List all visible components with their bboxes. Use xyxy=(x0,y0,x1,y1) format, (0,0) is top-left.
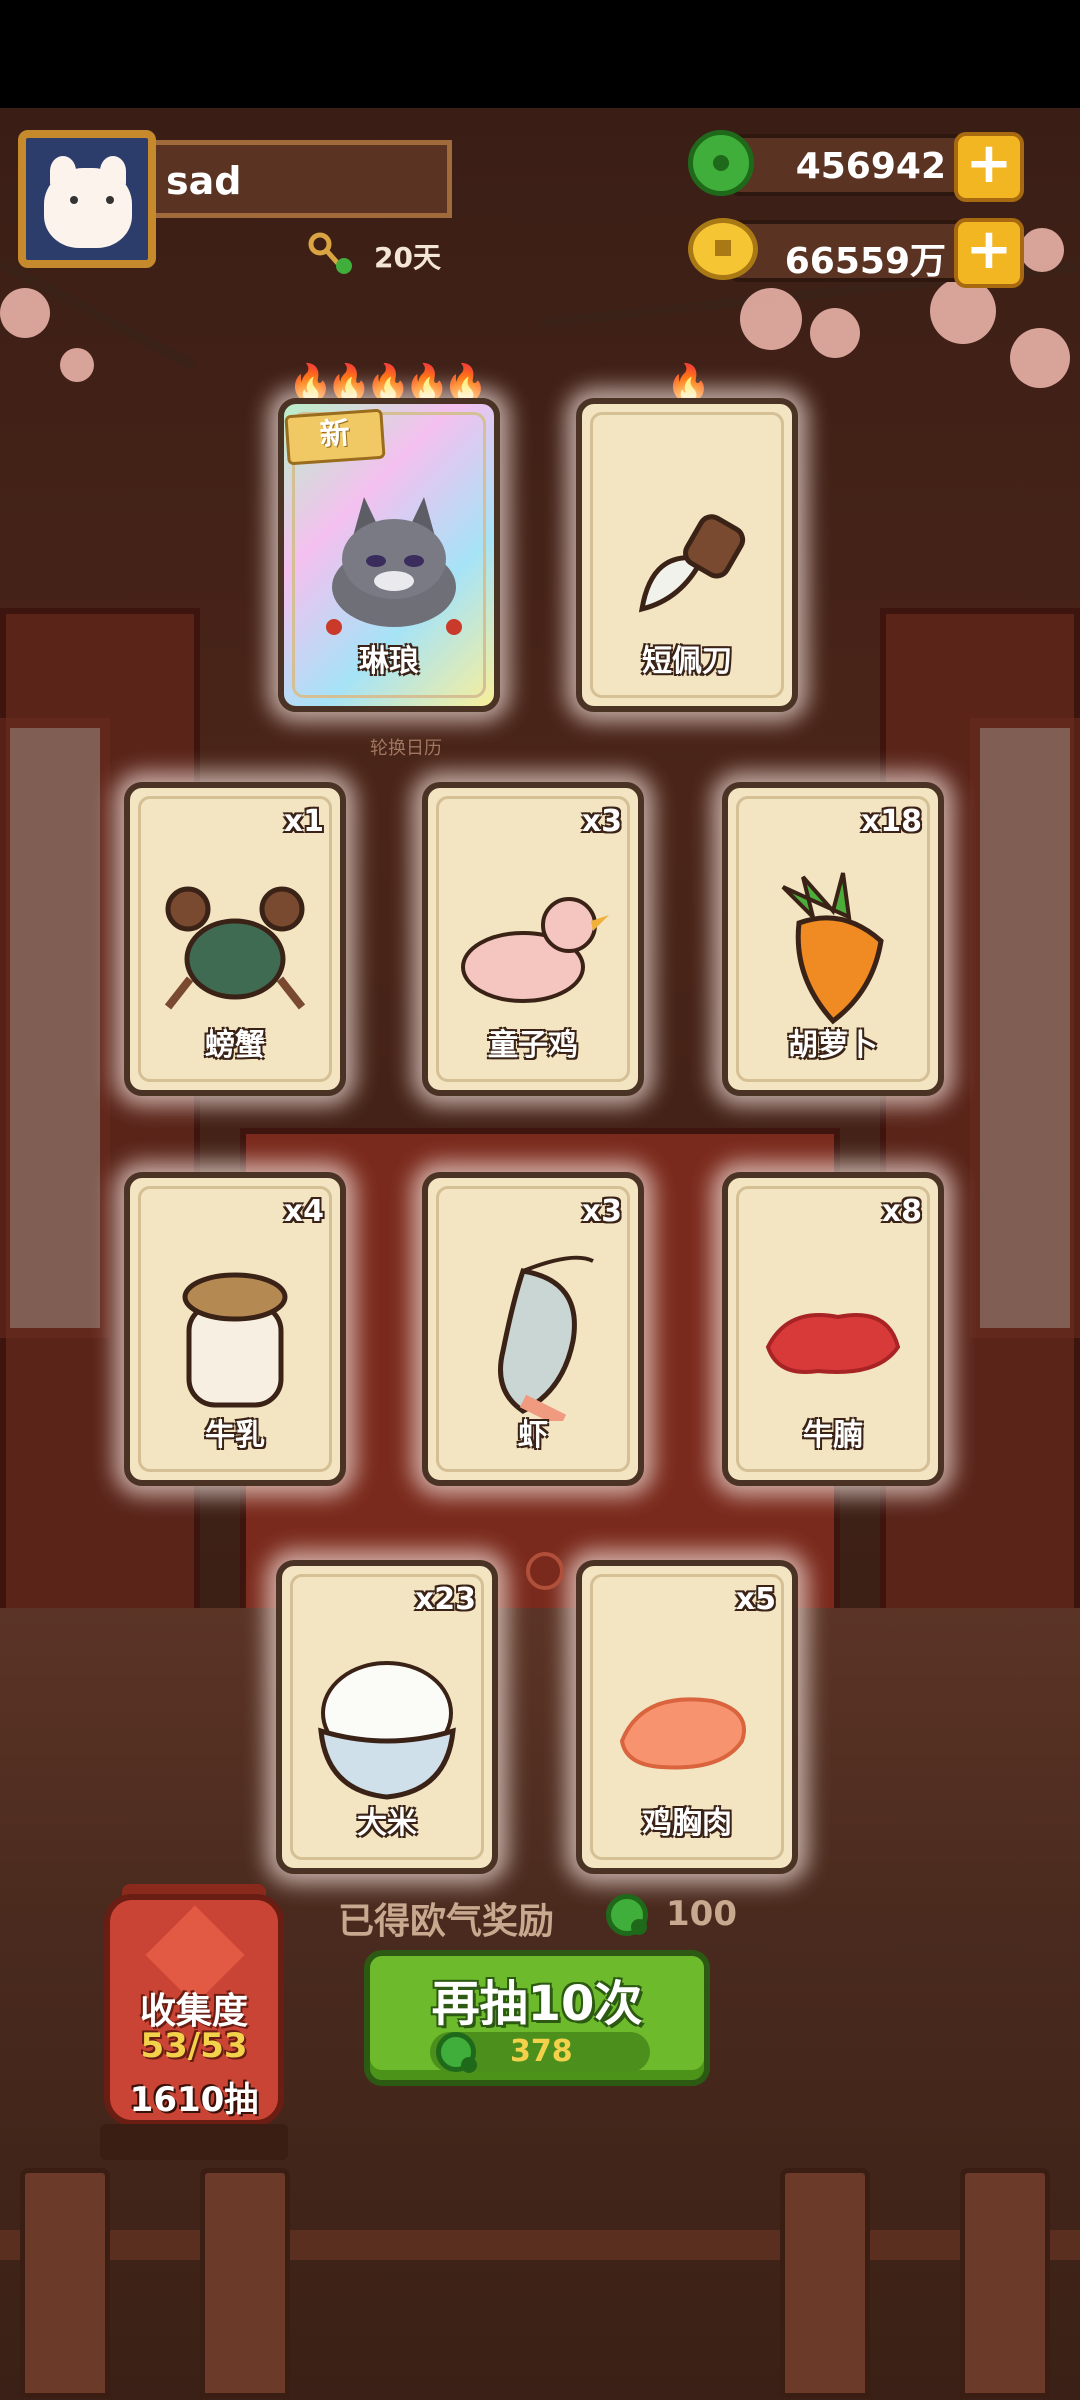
card-item-milk[interactable]: x4 牛乳 xyxy=(124,1172,346,1486)
carrot-icon xyxy=(781,872,884,1025)
card-item-carrot[interactable]: x18 胡萝卜 xyxy=(722,782,944,1096)
jade-coin-icon xyxy=(436,2032,477,2073)
days-counter: 20天 xyxy=(374,241,441,274)
rice-bowl-icon xyxy=(318,1661,456,1800)
avatar-eye xyxy=(106,196,114,204)
card-quantity: x4 xyxy=(283,1194,324,1229)
add-jade-button[interactable]: + xyxy=(954,132,1024,202)
draw-cost-value: 378 xyxy=(510,2034,573,2069)
card-item-chicken[interactable]: x3 童子鸡 xyxy=(422,782,644,1096)
card-label: 虾 xyxy=(518,1418,548,1453)
card-label: 短佩刀 xyxy=(642,644,732,679)
card-quantity: x1 xyxy=(283,804,324,839)
fence-rail xyxy=(0,2230,1080,2260)
gold-coin-icon xyxy=(688,218,758,280)
add-gold-button[interactable]: + xyxy=(954,218,1024,288)
card-label: 胡萝卜 xyxy=(788,1028,878,1063)
fence-post xyxy=(960,2168,1050,2398)
jade-coin-icon xyxy=(688,130,754,196)
avatar-eye xyxy=(70,196,78,204)
right-window-lattice xyxy=(970,718,1080,1338)
rotation-calendar-label: 轮换日历 xyxy=(370,738,442,759)
player-name: sad xyxy=(166,159,242,203)
jade-amount: 456942 xyxy=(795,146,946,187)
player-name-box[interactable]: sad xyxy=(156,140,452,218)
crab-icon xyxy=(164,886,306,1010)
chicken-icon xyxy=(461,897,609,1004)
collection-progress: 53/53 xyxy=(140,2026,248,2066)
draw-10-button[interactable]: 再抽10次 378 xyxy=(364,1950,710,2086)
card-item-rice[interactable]: x23 大米 xyxy=(276,1560,498,1874)
draw-button-label: 再抽10次 xyxy=(431,1976,643,2032)
new-badge: 新 xyxy=(284,408,386,466)
fence-post xyxy=(780,2168,870,2398)
dagger-icon xyxy=(638,514,746,613)
compass-ornament-icon xyxy=(526,1552,564,1590)
reward-label: 已得欧气奖励 xyxy=(338,1901,555,1942)
blossom xyxy=(0,288,50,338)
card-item-chicken-breast[interactable]: x5 鸡胸肉 xyxy=(576,1560,798,1874)
card-label: 童子鸡 xyxy=(488,1028,578,1063)
card-quantity: x3 xyxy=(581,1194,622,1229)
draw-cost-pill: 378 xyxy=(430,2032,650,2073)
card-label: 鸡胸肉 xyxy=(642,1806,732,1841)
fence-post xyxy=(20,2168,110,2398)
milk-jar-icon xyxy=(182,1272,288,1408)
card-quantity: x8 xyxy=(881,1194,922,1229)
card-item-crab[interactable]: x1 螃蟹 xyxy=(124,782,346,1096)
collection-draw-count: 1610抽 xyxy=(129,2080,259,2120)
card-label: 琳琅 xyxy=(359,644,419,679)
fence-post xyxy=(200,2168,290,2398)
blossom xyxy=(1010,328,1070,388)
gold-amount: 66559万 xyxy=(784,241,946,282)
card-quantity: x5 xyxy=(735,1582,776,1617)
blossom xyxy=(810,308,860,358)
reward-value: 100 xyxy=(666,1894,737,1934)
card-label: 螃蟹 xyxy=(205,1028,265,1063)
blossom xyxy=(1020,228,1064,272)
wolf-character-icon xyxy=(326,497,462,636)
card-featured-item[interactable]: 短佩刀 xyxy=(576,398,798,712)
card-item-shrimp[interactable]: x3 虾 xyxy=(422,1172,644,1486)
chicken-breast-icon xyxy=(619,1697,746,1770)
jade-currency-bar: 456942 + xyxy=(728,132,1024,202)
lantern-stand xyxy=(100,2124,288,2160)
beef-icon xyxy=(765,1313,901,1375)
card-label: 大米 xyxy=(357,1806,417,1841)
gold-currency-bar: 66559万 + xyxy=(728,218,1024,288)
card-quantity: x18 xyxy=(860,804,922,839)
cat-face-icon xyxy=(44,168,132,248)
card-label: 牛腩 xyxy=(803,1418,863,1453)
jade-coin-icon xyxy=(606,1894,648,1936)
card-label: 牛乳 xyxy=(205,1418,265,1453)
card-quantity: x3 xyxy=(581,804,622,839)
key-icon xyxy=(308,232,352,274)
card-quantity: x23 xyxy=(414,1582,476,1617)
shrimp-icon xyxy=(498,1255,594,1422)
blossom xyxy=(740,288,802,350)
card-item-brisket[interactable]: x8 牛腩 xyxy=(722,1172,944,1486)
collection-lantern[interactable]: 收集度 53/53 1610抽 xyxy=(104,1894,284,2126)
blossom xyxy=(60,348,94,382)
player-avatar[interactable] xyxy=(18,130,156,268)
left-window-lattice xyxy=(0,718,110,1338)
